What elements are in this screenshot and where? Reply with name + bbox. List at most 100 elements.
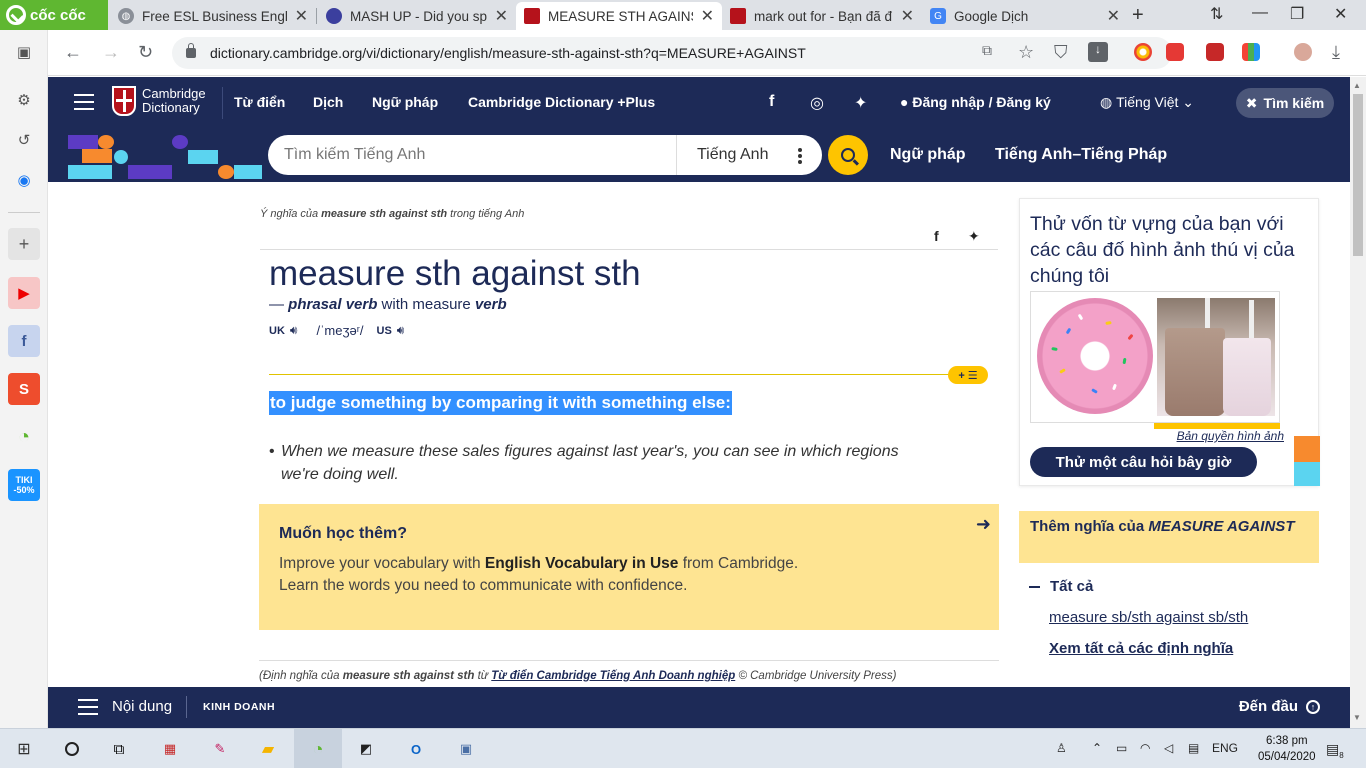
facebook-icon[interactable]: f — [8, 325, 40, 357]
see-all-definitions-link[interactable]: Xem tất cả các định nghĩa — [1049, 640, 1233, 657]
close-tab-icon[interactable]: ✕ — [701, 6, 714, 26]
close-window-icon[interactable]: ✕ — [1334, 4, 1347, 24]
file-explorer-icon[interactable]: ▰ — [256, 737, 280, 761]
clock[interactable]: 6:38 pm 05/04/2020 — [1258, 733, 1316, 765]
try-quiz-button[interactable]: Thử một câu hỏi bây giờ — [1030, 447, 1257, 477]
related-entry-link[interactable]: measure sb/sth against sb/sth — [1049, 609, 1248, 626]
downloads-icon[interactable]: ⤓ — [1332, 42, 1340, 63]
instagram-icon[interactable]: ◎ — [810, 93, 824, 113]
speaker-uk-icon[interactable]: 🔊︎ — [290, 323, 298, 338]
twitter-icon[interactable]: ✦ — [854, 93, 867, 113]
cortana-icon[interactable] — [60, 737, 84, 761]
bookmark-star-icon[interactable]: ☆ — [1018, 42, 1034, 63]
messenger-icon[interactable]: ◉ — [8, 164, 40, 196]
new-tab-icon[interactable]: + — [1132, 4, 1144, 27]
battery-icon[interactable]: ▭ — [1116, 741, 1127, 755]
windows-start-icon[interactable]: ⊞ — [12, 737, 36, 761]
news-extension-icon[interactable] — [1166, 43, 1184, 61]
tab-free-esl[interactable]: ◍ Free ESL Business Englis ✕ — [110, 2, 316, 30]
translate-page-icon[interactable]: ⧉ — [982, 42, 992, 59]
tab-measure-sth-against[interactable]: MEASURE STH AGAINST ✕ — [516, 2, 722, 30]
minimize-icon[interactable]: — — [1252, 4, 1268, 22]
tab-mash-up[interactable]: MASH UP - Did you spe ✕ — [318, 2, 516, 30]
search-button[interactable] — [828, 135, 868, 175]
nav-grammar[interactable]: Ngữ pháp — [372, 94, 438, 110]
search-input[interactable] — [268, 135, 676, 175]
image-credits-link[interactable]: Bản quyền hình ảnh — [1177, 429, 1284, 443]
grammar-link[interactable]: Ngữ pháp — [890, 146, 966, 164]
outlook-icon[interactable]: O — [404, 737, 428, 761]
contents-menu-icon[interactable] — [78, 699, 98, 715]
tab-search-icon[interactable]: ⇅ — [1210, 4, 1223, 24]
source-dictionary-link[interactable]: Từ điển Cambridge Tiếng Anh Doanh nghiệp — [491, 670, 735, 682]
close-tab-icon[interactable]: ✕ — [495, 6, 508, 26]
nav-translate[interactable]: Dịch — [313, 94, 343, 110]
reload-icon[interactable]: ↻ — [138, 42, 153, 63]
browser-sidebar: ▣ ⚙ ↺ ◉ + ▶ f S ◔ TIKI -50% — [0, 30, 48, 728]
login-link[interactable]: ● Đăng nhập / Đăng ký — [900, 94, 1051, 110]
share-twitter-icon[interactable]: ✦ — [968, 228, 980, 245]
hamburger-menu-icon[interactable] — [74, 94, 94, 110]
vertical-scrollbar[interactable]: ▲ ▼ — [1350, 77, 1366, 728]
contents-menu[interactable]: Nội dung — [112, 698, 172, 715]
gear-icon[interactable]: ⚙ — [8, 84, 40, 116]
facebook-icon[interactable]: f — [769, 93, 774, 111]
app-icon[interactable]: ▦ — [158, 737, 182, 761]
task-view-icon[interactable]: ⧉ — [107, 737, 131, 761]
youtube-icon[interactable]: ▶ — [8, 277, 40, 309]
notifications-icon[interactable]: ▤8 — [1326, 741, 1344, 760]
scroll-down-icon[interactable]: ▼ — [1353, 713, 1361, 722]
sticky-notes-icon[interactable]: ◩ — [354, 737, 378, 761]
avatar[interactable] — [1294, 43, 1312, 61]
volume-icon[interactable]: ◁ — [1164, 741, 1173, 755]
coccoc-menu-button[interactable]: cốc cốc — [0, 0, 108, 30]
learn-more-box[interactable]: ➜ Muốn học thêm? Improve your vocabulary… — [259, 504, 999, 630]
restore-icon[interactable]: ❐ — [1290, 4, 1304, 24]
quiz-images[interactable] — [1030, 291, 1280, 423]
close-tab-icon[interactable]: ✕ — [295, 6, 308, 26]
app-icon[interactable]: ▣ — [454, 737, 478, 761]
english-french-link[interactable]: Tiếng Anh–Tiếng Pháp — [995, 146, 1167, 164]
scrollbar-thumb[interactable] — [1353, 94, 1363, 256]
download-video-icon[interactable]: ↓ — [1088, 42, 1108, 62]
language-selector[interactable]: ◍ Tiếng Việt ⌄ — [1100, 94, 1194, 111]
share-facebook-icon[interactable]: f — [934, 228, 939, 244]
speaker-us-icon[interactable]: 🔊︎ — [397, 323, 405, 338]
all-meanings-toggle[interactable]: Tất cả — [1029, 578, 1093, 595]
tab-mark-out-for[interactable]: mark out for - Bạn đã đ ✕ — [722, 2, 922, 30]
donut-image — [1037, 298, 1153, 414]
sidebar-toggle-icon[interactable]: ▣ — [8, 36, 40, 68]
nav-divider — [222, 87, 223, 119]
arrow-right-icon[interactable]: ➜ — [976, 514, 991, 535]
input-language[interactable]: ENG — [1212, 741, 1238, 755]
forward-icon[interactable]: → — [102, 42, 120, 63]
search-toggle-button[interactable]: ✖ Tìm kiếm — [1236, 88, 1334, 118]
wifi-icon[interactable]: ◠ — [1140, 741, 1150, 755]
coccoc-extension-icon[interactable]: ◔ — [8, 421, 40, 453]
dictionary-tag[interactable]: KINH DOANH — [203, 701, 275, 713]
show-hidden-icons[interactable]: ⌃ — [1092, 741, 1102, 755]
chrome-extension-icon[interactable] — [1134, 43, 1152, 61]
cambridge-logo[interactable]: Cambridge Dictionary — [112, 86, 206, 116]
close-tab-icon[interactable]: ✕ — [1107, 6, 1120, 26]
tiki-icon[interactable]: TIKI -50% — [8, 469, 40, 501]
people-icon[interactable]: ♙ — [1056, 741, 1067, 755]
shopee-icon[interactable]: S — [8, 373, 40, 405]
back-icon[interactable]: ← — [64, 42, 82, 63]
keyboard-icon[interactable]: ▤ — [1188, 741, 1199, 755]
history-icon[interactable]: ↺ — [8, 124, 40, 156]
dictionary-language-select[interactable]: Tiếng Anh — [676, 135, 822, 175]
close-tab-icon[interactable]: ✕ — [901, 6, 914, 26]
back-to-top-button[interactable]: Đến đầu ↑ — [1239, 698, 1320, 715]
shield-icon[interactable]: ⛉ — [1054, 42, 1068, 63]
coccoc-taskbar-icon[interactable]: ◔ — [294, 729, 342, 768]
add-to-list-button[interactable]: + ☰ — [948, 366, 988, 384]
nav-plus[interactable]: Cambridge Dictionary +Plus — [468, 94, 655, 110]
scroll-up-icon[interactable]: ▲ — [1353, 81, 1361, 90]
paint-icon[interactable]: ✎ — [208, 737, 232, 761]
tab-google-translate[interactable]: G Google Dịch ✕ — [922, 2, 1128, 30]
nav-dictionary[interactable]: Từ điển — [234, 94, 285, 110]
adblock-extension-icon[interactable] — [1206, 43, 1224, 61]
color-extension-icon[interactable] — [1242, 43, 1260, 61]
add-panel-icon[interactable]: + — [8, 228, 40, 260]
